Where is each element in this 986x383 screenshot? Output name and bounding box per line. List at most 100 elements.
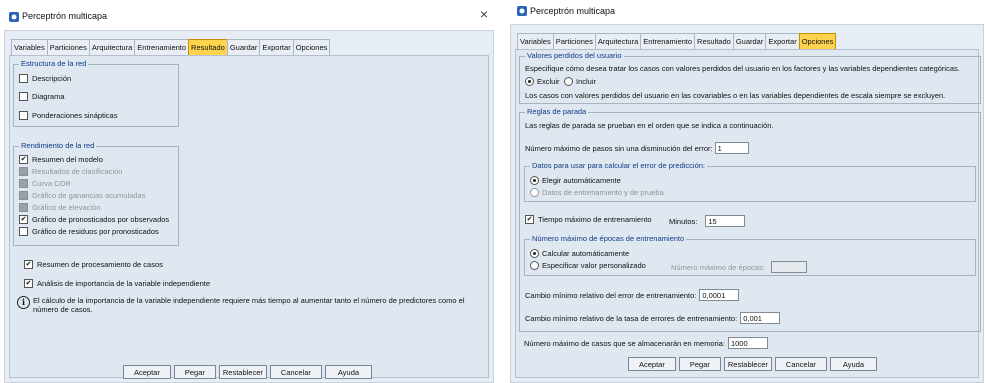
button-bar: Aceptar Pegar Restablecer Cancelar Ayuda <box>123 365 375 379</box>
tab-strip: Variables Particiones Arquitectura Entre… <box>517 33 837 50</box>
checkbox-box[interactable] <box>19 111 28 120</box>
radio-calcular-automaticamente[interactable]: Calcular automáticamente <box>530 249 629 258</box>
radio-button[interactable] <box>530 261 539 270</box>
group-legend: Número máximo de épocas de entrenamiento <box>530 234 687 243</box>
tab-variables[interactable]: Variables <box>517 33 554 49</box>
checkbox-resumen-casos[interactable]: ✔ Resumen de procesamiento de casos <box>24 260 163 269</box>
radio-label: Especificar valor personalizado <box>542 261 646 270</box>
checkbox-label: Resumen de procesamiento de casos <box>37 260 163 269</box>
rendimiento-group: Rendimiento de la red ✔ Resumen del model… <box>13 141 179 246</box>
pegar-button[interactable]: Pegar <box>678 357 721 371</box>
datos-prediccion-group: Datos para usar para calcular el error d… <box>524 161 976 202</box>
ayuda-button[interactable]: Ayuda <box>829 357 878 371</box>
checkbox-label: Curva COR <box>32 179 71 188</box>
checkbox-box <box>19 167 28 176</box>
close-icon[interactable]: × <box>480 6 488 22</box>
tab-particiones[interactable]: Particiones <box>552 33 596 49</box>
cambio-error-input[interactable]: 0,0001 <box>699 289 740 301</box>
radio-button[interactable] <box>530 176 539 185</box>
checkbox-diagrama[interactable]: Diagrama <box>19 92 65 101</box>
tab-exportar[interactable]: Exportar <box>259 39 294 55</box>
reglas-parada-group: Reglas de parada Las reglas de parada se… <box>519 107 981 332</box>
checkbox-label: Resumen del modelo <box>32 155 103 164</box>
checkbox-descripcion[interactable]: Descripción <box>19 74 71 83</box>
radio-label: Incluir <box>576 77 597 86</box>
cambio-tasa-input[interactable]: 0,001 <box>740 312 781 324</box>
checkbox-box[interactable]: ✔ <box>19 215 28 224</box>
checkbox-residuos[interactable]: Gráfico de residuos por pronosticados <box>19 227 159 236</box>
max-casos-input[interactable]: 1000 <box>727 337 768 349</box>
max-pasos-label: Número máximo de pasos sin una disminuci… <box>525 143 713 153</box>
checkbox-pronosticados-observados[interactable]: ✔ Gráfico de pronosticados por observados <box>19 215 169 224</box>
checkbox-ganancias: Gráfico de ganancias acumuladas <box>19 191 145 200</box>
checkbox-ponderaciones[interactable]: Ponderaciones sinápticas <box>19 111 117 120</box>
checkbox-label: Gráfico de residuos por pronosticados <box>32 227 159 236</box>
info-icon: i <box>17 296 30 309</box>
tab-opciones[interactable]: Opciones <box>798 33 837 50</box>
tab-arquitectura[interactable]: Arquitectura <box>88 39 136 55</box>
checkbox-label: Análisis de importancia de la variable i… <box>37 279 211 288</box>
checkbox-box <box>19 191 28 200</box>
radio-button[interactable] <box>525 77 534 86</box>
radio-elegir-automaticamente[interactable]: Elegir automáticamente <box>530 176 621 185</box>
tab-panel: Estructura de la red Descripción Diagram… <box>9 55 489 379</box>
epocas-field-row: Número máximo de épocas: <box>671 261 807 273</box>
tab-guardar[interactable]: Guardar <box>732 33 767 49</box>
window-title: Perceptrón multicapa <box>530 6 616 16</box>
tab-variables[interactable]: Variables <box>11 39 48 55</box>
window-title: Perceptrón multicapa <box>22 11 108 21</box>
tab-resultado[interactable]: Resultado <box>694 33 734 49</box>
group-legend: Estructura de la red <box>19 59 89 68</box>
aceptar-button[interactable]: Aceptar <box>123 365 171 379</box>
radio-incluir[interactable]: Incluir <box>564 77 596 86</box>
epocas-field-label: Número máximo de épocas: <box>671 262 765 272</box>
restablecer-button[interactable]: Restablecer <box>723 357 772 371</box>
tab-exportar[interactable]: Exportar <box>765 33 800 49</box>
cambio-error-row: Cambio mínimo relativo del error de entr… <box>525 289 740 301</box>
radio-button[interactable] <box>564 77 573 86</box>
checkbox-label: Gráfico de pronosticados por observados <box>32 215 170 224</box>
tab-panel: Valores perdidos del usuario Especifique… <box>515 49 981 378</box>
tab-particiones[interactable]: Particiones <box>46 39 90 55</box>
checkbox-tiempo-maximo[interactable]: ✔ Tiempo máximo de entrenamiento <box>525 215 652 224</box>
pegar-button[interactable]: Pegar <box>173 365 216 379</box>
restablecer-button[interactable]: Restablecer <box>218 365 267 379</box>
checkbox-box[interactable] <box>19 74 28 83</box>
tab-entrenamiento[interactable]: Entrenamiento <box>640 33 696 49</box>
radio-especificar-valor[interactable]: Especificar valor personalizado <box>530 261 646 270</box>
checkbox-box[interactable]: ✔ <box>19 155 28 164</box>
group-legend: Reglas de parada <box>525 107 589 116</box>
checkbox-box <box>19 203 28 212</box>
max-casos-label: Número máximo de casos que se almacenará… <box>524 338 725 348</box>
info-text-line-2: número de casos. <box>33 305 93 314</box>
checkbox-elevacion: Gráfico de elevación <box>19 203 100 212</box>
cancelar-button[interactable]: Cancelar <box>774 357 827 371</box>
estructura-group: Estructura de la red Descripción Diagram… <box>13 59 179 127</box>
max-pasos-input[interactable]: 1 <box>714 142 749 154</box>
aceptar-button[interactable]: Aceptar <box>628 357 676 371</box>
tab-arquitectura[interactable]: Arquitectura <box>594 33 642 49</box>
tab-entrenamiento[interactable]: Entrenamiento <box>134 39 190 55</box>
radio-excluir[interactable]: Excluir <box>525 77 560 86</box>
tab-opciones[interactable]: Opciones <box>292 39 331 55</box>
checkbox-resumen-modelo[interactable]: ✔ Resumen del modelo <box>19 155 103 164</box>
cambio-tasa-label: Cambio mínimo relativo de la tasa de err… <box>525 313 738 323</box>
checkbox-box[interactable]: ✔ <box>24 260 33 269</box>
ayuda-button[interactable]: Ayuda <box>324 365 373 379</box>
button-bar: Aceptar Pegar Restablecer Cancelar Ayuda <box>628 357 880 371</box>
title-bar: Perceptrón multicapa <box>508 0 986 24</box>
valores-perdidos-desc: Especifique cómo desea tratar los casos … <box>525 64 960 73</box>
checkbox-box[interactable] <box>19 92 28 101</box>
app-icon <box>517 6 527 16</box>
checkbox-box[interactable] <box>19 227 28 236</box>
minutos-input[interactable]: 15 <box>705 215 746 227</box>
cancelar-button[interactable]: Cancelar <box>269 365 322 379</box>
radio-button[interactable] <box>530 249 539 258</box>
checkbox-box[interactable]: ✔ <box>24 279 33 288</box>
tab-guardar[interactable]: Guardar <box>226 39 261 55</box>
checkbox-box[interactable]: ✔ <box>525 215 534 224</box>
right-dialog-window: Perceptrón multicapa Variables Particion… <box>508 0 986 383</box>
epocas-group: Número máximo de épocas de entrenamiento… <box>524 234 976 276</box>
checkbox-analisis-importancia[interactable]: ✔ Análisis de importancia de la variable … <box>24 279 210 288</box>
tab-resultado[interactable]: Resultado <box>188 39 228 56</box>
